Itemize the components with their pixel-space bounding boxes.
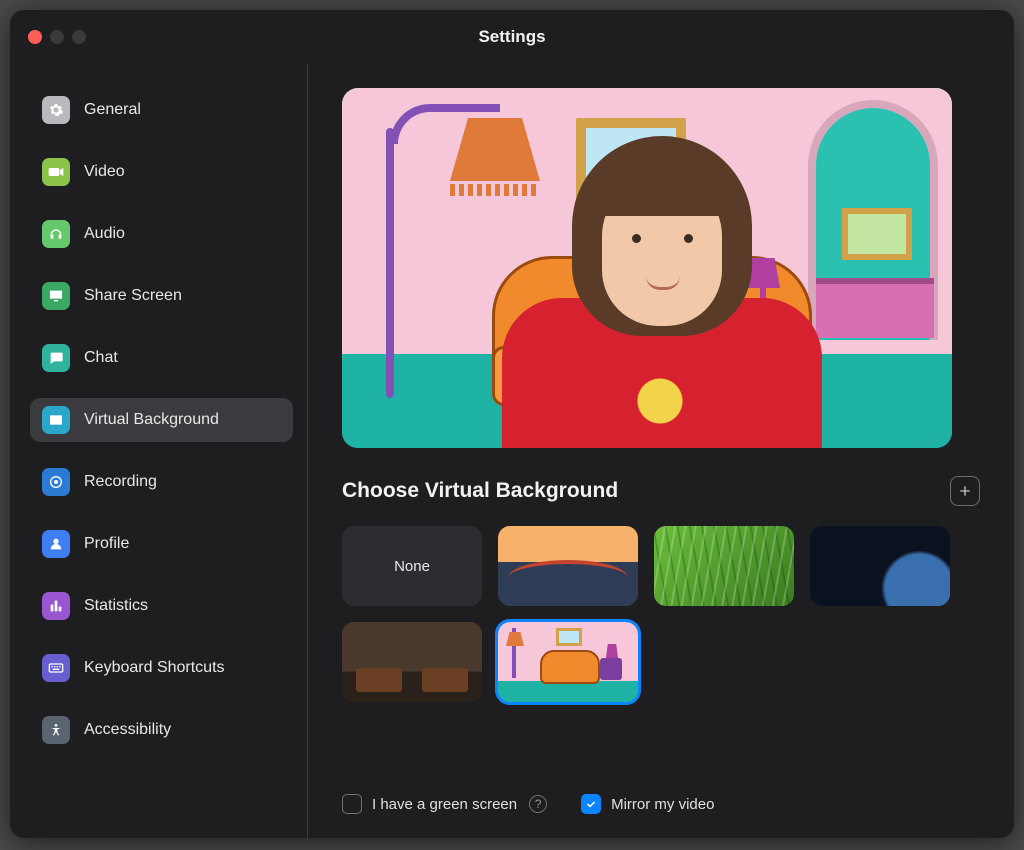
sidebar-item-label: Keyboard Shortcuts <box>84 659 225 677</box>
close-window-button[interactable] <box>28 30 42 44</box>
virtual-bg-icon <box>42 406 70 434</box>
video-icon <box>42 158 70 186</box>
background-option-grass[interactable] <box>654 526 794 606</box>
sidebar-item-recording[interactable]: Recording <box>30 460 293 504</box>
sidebar-item-audio[interactable]: Audio <box>30 212 293 256</box>
sidebar-item-accessibility[interactable]: Accessibility <box>30 708 293 752</box>
green-screen-help-icon[interactable]: ? <box>529 795 547 813</box>
background-option-office[interactable] <box>342 622 482 702</box>
checkbox-label: I have a green screen <box>372 796 517 813</box>
sidebar-item-keyboard-shortcuts[interactable]: Keyboard Shortcuts <box>30 646 293 690</box>
record-icon <box>42 468 70 496</box>
gear-icon <box>42 96 70 124</box>
sidebar-item-label: General <box>84 101 141 119</box>
sidebar-item-statistics[interactable]: Statistics <box>30 584 293 628</box>
sidebar-item-label: Chat <box>84 349 118 367</box>
window-title: Settings <box>478 27 545 47</box>
settings-window: Settings General Video Audio <box>10 10 1014 838</box>
sidebar-item-virtual-background[interactable]: Virtual Background <box>30 398 293 442</box>
sidebar-item-label: Profile <box>84 535 129 553</box>
sidebar-item-label: Accessibility <box>84 721 171 739</box>
sidebar-item-label: Recording <box>84 473 157 491</box>
keyboard-icon <box>42 654 70 682</box>
background-thumbnails: None <box>342 526 972 702</box>
background-option-golden-gate[interactable] <box>498 526 638 606</box>
background-option-earth-space[interactable] <box>810 526 950 606</box>
sidebar-item-video[interactable]: Video <box>30 150 293 194</box>
section-title: Choose Virtual Background <box>342 479 618 503</box>
add-background-button[interactable] <box>950 476 980 506</box>
sidebar-item-label: Audio <box>84 225 125 243</box>
minimize-window-button[interactable] <box>50 30 64 44</box>
sidebar-item-profile[interactable]: Profile <box>30 522 293 566</box>
headphones-icon <box>42 220 70 248</box>
sidebar-item-label: Virtual Background <box>84 411 219 429</box>
share-screen-icon <box>42 282 70 310</box>
mirror-video-checkbox[interactable]: Mirror my video <box>581 794 714 814</box>
main-panel: Choose Virtual Background None <box>308 64 1014 838</box>
sidebar-item-chat[interactable]: Chat <box>30 336 293 380</box>
profile-icon <box>42 530 70 558</box>
sidebar-item-share-screen[interactable]: Share Screen <box>30 274 293 318</box>
footer-options: I have a green screen ? Mirror my video <box>342 774 980 814</box>
thumb-label: None <box>394 558 430 575</box>
background-option-simpsons-room[interactable] <box>498 622 638 702</box>
sidebar-item-label: Statistics <box>84 597 148 615</box>
statistics-icon <box>42 592 70 620</box>
sidebar-item-label: Share Screen <box>84 287 182 305</box>
background-option-none[interactable]: None <box>342 526 482 606</box>
titlebar: Settings <box>10 10 1014 64</box>
green-screen-checkbox[interactable]: I have a green screen <box>342 794 517 814</box>
sidebar-item-general[interactable]: General <box>30 88 293 132</box>
accessibility-icon <box>42 716 70 744</box>
settings-sidebar: General Video Audio Share Screen <box>10 64 308 838</box>
checkbox-label: Mirror my video <box>611 796 714 813</box>
zoom-window-button[interactable] <box>72 30 86 44</box>
video-preview <box>342 88 952 448</box>
window-controls <box>28 30 86 44</box>
chat-icon <box>42 344 70 372</box>
sidebar-item-label: Video <box>84 163 125 181</box>
